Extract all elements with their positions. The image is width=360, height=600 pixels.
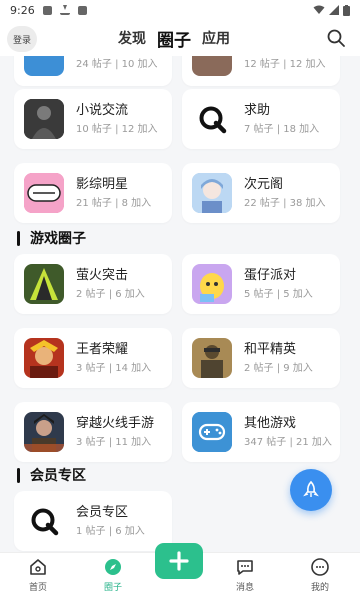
circle-meta: 10 帖子 | 12 加入 bbox=[76, 124, 158, 135]
circle-card-game[interactable]: 和平精英 2 帖子 | 9 加入 bbox=[182, 328, 340, 388]
circle-card-game[interactable]: 萤火突击 2 帖子 | 6 加入 bbox=[14, 254, 172, 314]
nav-circles[interactable]: 圈子 bbox=[83, 557, 143, 593]
nav-home[interactable]: 首页 bbox=[8, 557, 68, 593]
nav-messages[interactable]: 消息 bbox=[215, 557, 275, 593]
tab-discover[interactable]: 发现 bbox=[118, 28, 146, 48]
circle-name: 穿越火线手游 bbox=[76, 416, 155, 431]
crossfire-icon bbox=[24, 412, 64, 452]
tab-apps[interactable]: 应用 bbox=[202, 28, 230, 48]
circle-card-game[interactable]: 其他游戏 347 帖子 | 21 加入 bbox=[182, 402, 340, 462]
circle-name: 求助 bbox=[244, 103, 271, 118]
circle-card-stars[interactable]: 影综明星 21 帖子 | 8 加入 bbox=[14, 163, 172, 223]
circle-name: 王者荣耀 bbox=[76, 342, 129, 357]
gamepad-icon bbox=[192, 412, 232, 452]
signal-icon bbox=[329, 5, 339, 15]
search-icon[interactable] bbox=[326, 28, 346, 48]
section-title-vip: 会员专区 bbox=[17, 465, 86, 485]
status-time: 9:26 bbox=[10, 3, 35, 17]
tab-circles[interactable]: 圈子 bbox=[157, 26, 191, 51]
section-title-games: 游戏圈子 bbox=[17, 228, 86, 248]
circle-meta: 347 帖子 | 21 加入 bbox=[244, 437, 332, 448]
circle-meta: 3 帖子 | 11 加入 bbox=[76, 437, 152, 448]
add-post-button[interactable] bbox=[155, 543, 203, 579]
q-logo-icon bbox=[24, 501, 64, 541]
circle-card-anime[interactable]: 次元阁 22 帖子 | 38 加入 bbox=[182, 163, 340, 223]
circle-thumbnail bbox=[24, 56, 64, 76]
circle-meta: 21 帖子 | 8 加入 bbox=[76, 198, 152, 209]
app-notification-icon bbox=[77, 5, 87, 15]
circle-name: 小说交流 bbox=[76, 103, 129, 118]
circle-name: 其他游戏 bbox=[244, 416, 297, 431]
top-navigation: 登录 发现 圈子 应用 bbox=[0, 20, 360, 56]
nav-tabs: 发现 圈子 应用 bbox=[118, 20, 230, 56]
circle-name: 次元阁 bbox=[244, 177, 284, 192]
pubg-icon bbox=[192, 338, 232, 378]
plus-icon bbox=[169, 551, 189, 571]
circle-meta: 2 帖子 | 9 加入 bbox=[244, 363, 313, 374]
notification-icon bbox=[42, 5, 52, 15]
circle-card-game[interactable]: 蛋仔派对 5 帖子 | 5 加入 bbox=[182, 254, 340, 314]
user-icon bbox=[311, 558, 329, 576]
hero-icon bbox=[24, 338, 64, 378]
circle-name: 蛋仔派对 bbox=[244, 268, 297, 283]
circle-card-novel[interactable]: 小说交流 10 帖子 | 12 加入 bbox=[14, 89, 172, 149]
circle-name: 萤火突击 bbox=[76, 268, 129, 283]
circle-card[interactable]: 12 帖子 | 12 加入 bbox=[182, 56, 340, 86]
eggy-icon bbox=[192, 264, 232, 304]
login-button[interactable]: 登录 bbox=[7, 26, 37, 52]
soldier-icon bbox=[24, 264, 64, 304]
home-icon bbox=[30, 559, 46, 575]
circle-card-game[interactable]: 穿越火线手游 3 帖子 | 11 加入 bbox=[14, 402, 172, 462]
circle-card-vip[interactable]: 会员专区 1 帖子 | 6 加入 bbox=[14, 491, 172, 551]
circle-card-help[interactable]: 求助 7 帖子 | 18 加入 bbox=[182, 89, 340, 149]
rocket-icon bbox=[303, 480, 319, 497]
message-icon bbox=[237, 560, 253, 575]
status-bar: 9:26 bbox=[0, 0, 360, 20]
circle-thumbnail bbox=[192, 56, 232, 76]
circle-name: 影综明星 bbox=[76, 177, 129, 192]
rocket-fab-button[interactable] bbox=[290, 469, 332, 511]
circle-name: 和平精英 bbox=[244, 342, 297, 357]
circle-meta: 2 帖子 | 6 加入 bbox=[76, 289, 145, 300]
download-icon bbox=[59, 5, 70, 15]
circle-meta: 12 帖子 | 12 加入 bbox=[244, 59, 326, 70]
circle-meta: 1 帖子 | 6 加入 bbox=[76, 526, 145, 537]
battery-icon bbox=[343, 4, 350, 16]
circle-meta: 24 帖子 | 10 加入 bbox=[76, 59, 158, 70]
circle-meta: 3 帖子 | 14 加入 bbox=[76, 363, 152, 374]
q-logo-icon bbox=[192, 99, 232, 139]
star-icon bbox=[24, 173, 64, 213]
circle-meta: 5 帖子 | 5 加入 bbox=[244, 289, 313, 300]
circle-card[interactable]: 24 帖子 | 10 加入 bbox=[14, 56, 172, 86]
compass-icon bbox=[105, 559, 121, 575]
anime-icon bbox=[192, 173, 232, 213]
novel-icon bbox=[24, 99, 64, 139]
wifi-icon bbox=[313, 5, 325, 14]
circle-name: 会员专区 bbox=[76, 505, 129, 520]
circle-card-game[interactable]: 王者荣耀 3 帖子 | 14 加入 bbox=[14, 328, 172, 388]
circle-meta: 22 帖子 | 38 加入 bbox=[244, 198, 326, 209]
bottom-navigation: 首页 圈子 消息 我的 bbox=[0, 543, 360, 600]
nav-mine[interactable]: 我的 bbox=[290, 557, 350, 593]
circle-meta: 7 帖子 | 18 加入 bbox=[244, 124, 320, 135]
